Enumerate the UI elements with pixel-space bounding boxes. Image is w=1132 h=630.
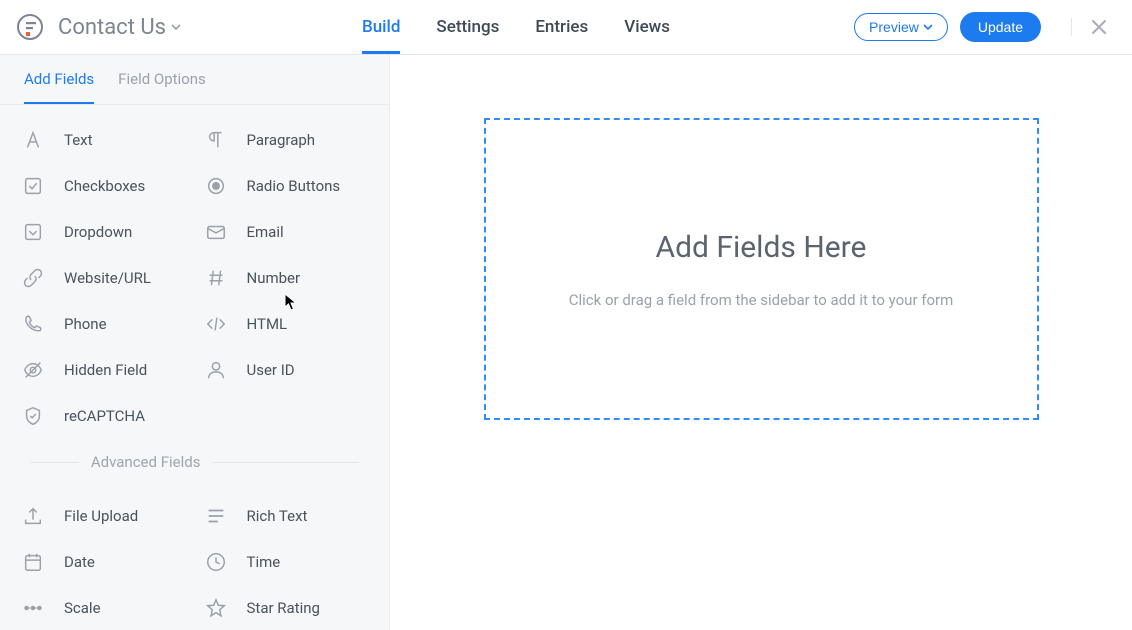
field-item-label: reCAPTCHA <box>64 407 145 425</box>
text-icon <box>22 129 44 151</box>
field-item-label: Paragraph <box>247 131 316 149</box>
field-item-hidden[interactable]: Hidden Field <box>12 349 195 391</box>
field-item-label: Date <box>64 553 95 571</box>
advanced-fields: File Upload Rich Text Date Time Scale Star Ra… <box>0 481 389 630</box>
topbar: Contact Us Build Settings Entries Views … <box>0 0 1132 55</box>
dropdown-icon <box>22 221 44 243</box>
recaptcha-icon <box>22 405 44 427</box>
preview-button-label: Preview <box>869 19 919 35</box>
form-title: Contact Us <box>58 15 166 40</box>
main: Add Fields Field Options Text Paragraph Ch… <box>0 55 1132 630</box>
field-item-phone[interactable]: Phone <box>12 303 195 345</box>
field-item-checkboxes[interactable]: Checkboxes <box>12 165 195 207</box>
field-item-label: Text <box>64 131 93 149</box>
number-icon <box>205 267 227 289</box>
field-item-dropdown[interactable]: Dropdown <box>12 211 195 253</box>
radio-icon <box>205 175 227 197</box>
sidebar-tab-add-fields[interactable]: Add Fields <box>24 55 94 104</box>
time-icon <box>205 551 227 573</box>
field-item-label: Scale <box>64 599 101 617</box>
hidden-icon <box>22 359 44 381</box>
field-item-scale[interactable]: Scale <box>12 587 195 629</box>
tab-entries[interactable]: Entries <box>535 0 588 54</box>
tab-views[interactable]: Views <box>624 0 670 54</box>
app-logo-icon <box>16 13 44 41</box>
close-wrap <box>1071 18 1108 36</box>
tab-entries-label: Entries <box>535 17 588 37</box>
update-button-label: Update <box>978 19 1023 35</box>
canvas: Add Fields Here Click or drag a field fr… <box>390 55 1132 630</box>
field-item-number[interactable]: Number <box>195 257 378 299</box>
field-item-label: Rich Text <box>247 507 308 525</box>
sidebar: Add Fields Field Options Text Paragraph Ch… <box>0 55 390 630</box>
phone-icon <box>22 313 44 335</box>
form-title-dropdown[interactable]: Contact Us <box>58 15 182 40</box>
file-icon <box>22 505 44 527</box>
scale-icon <box>22 597 44 619</box>
field-item-label: Hidden Field <box>64 361 147 379</box>
field-item-label: Radio Buttons <box>247 177 341 195</box>
tab-build[interactable]: Build <box>362 0 400 54</box>
advanced-fields-heading: Advanced Fields <box>0 443 389 481</box>
primary-tabs: Build Settings Entries Views <box>362 0 670 54</box>
field-item-recaptcha[interactable]: reCAPTCHA <box>12 395 195 437</box>
sidebar-tab-label: Add Fields <box>24 70 94 88</box>
field-item-html[interactable]: HTML <box>195 303 378 345</box>
tab-build-label: Build <box>362 17 400 37</box>
html-icon <box>205 313 227 335</box>
tab-settings-label: Settings <box>436 17 499 37</box>
checkboxes-icon <box>22 175 44 197</box>
field-item-star[interactable]: Star Rating <box>195 587 378 629</box>
top-actions: Preview Update <box>854 12 1108 42</box>
field-item-label: Number <box>247 269 301 287</box>
field-item-time[interactable]: Time <box>195 541 378 583</box>
dropzone[interactable]: Add Fields Here Click or drag a field fr… <box>484 118 1039 420</box>
field-item-radio[interactable]: Radio Buttons <box>195 165 378 207</box>
tab-settings[interactable]: Settings <box>436 0 499 54</box>
field-item-text[interactable]: Text <box>12 119 195 161</box>
divider <box>30 462 79 463</box>
richtext-icon <box>205 505 227 527</box>
paragraph-icon <box>205 129 227 151</box>
field-item-label: Dropdown <box>64 223 132 241</box>
dropzone-subtitle: Click or drag a field from the sidebar t… <box>569 291 954 309</box>
preview-button[interactable]: Preview <box>854 13 948 41</box>
sidebar-tab-label: Field Options <box>118 70 206 88</box>
sidebar-tabs: Add Fields Field Options <box>0 55 389 105</box>
field-item-label: Star Rating <box>247 599 320 617</box>
email-icon <box>205 221 227 243</box>
dropzone-title: Add Fields Here <box>656 230 867 265</box>
caret-down-icon <box>170 21 182 33</box>
field-item-label: Website/URL <box>64 269 151 287</box>
field-item-userid[interactable]: User ID <box>195 349 378 391</box>
field-item-richtext[interactable]: Rich Text <box>195 495 378 537</box>
field-item-label: File Upload <box>64 507 138 525</box>
advanced-fields-label: Advanced Fields <box>91 453 201 471</box>
star-icon <box>205 597 227 619</box>
field-item-file[interactable]: File Upload <box>12 495 195 537</box>
field-item-label: Email <box>247 223 284 241</box>
url-icon <box>22 267 44 289</box>
field-item-url[interactable]: Website/URL <box>12 257 195 299</box>
userid-icon <box>205 359 227 381</box>
field-item-label: User ID <box>247 361 295 379</box>
field-item-label: Time <box>247 553 281 571</box>
update-button[interactable]: Update <box>960 12 1041 42</box>
caret-down-icon <box>923 22 933 32</box>
field-item-label: Checkboxes <box>64 177 145 195</box>
field-item-email[interactable]: Email <box>195 211 378 253</box>
date-icon <box>22 551 44 573</box>
field-item-label: HTML <box>247 315 288 333</box>
basic-fields: Text Paragraph Checkboxes Radio Buttons Drop… <box>0 105 389 443</box>
tab-views-label: Views <box>624 17 670 37</box>
sidebar-tab-field-options[interactable]: Field Options <box>118 55 206 104</box>
field-item-date[interactable]: Date <box>12 541 195 583</box>
divider <box>212 462 359 463</box>
field-item-label: Phone <box>64 315 107 333</box>
close-icon[interactable] <box>1090 18 1108 36</box>
field-item-paragraph[interactable]: Paragraph <box>195 119 378 161</box>
